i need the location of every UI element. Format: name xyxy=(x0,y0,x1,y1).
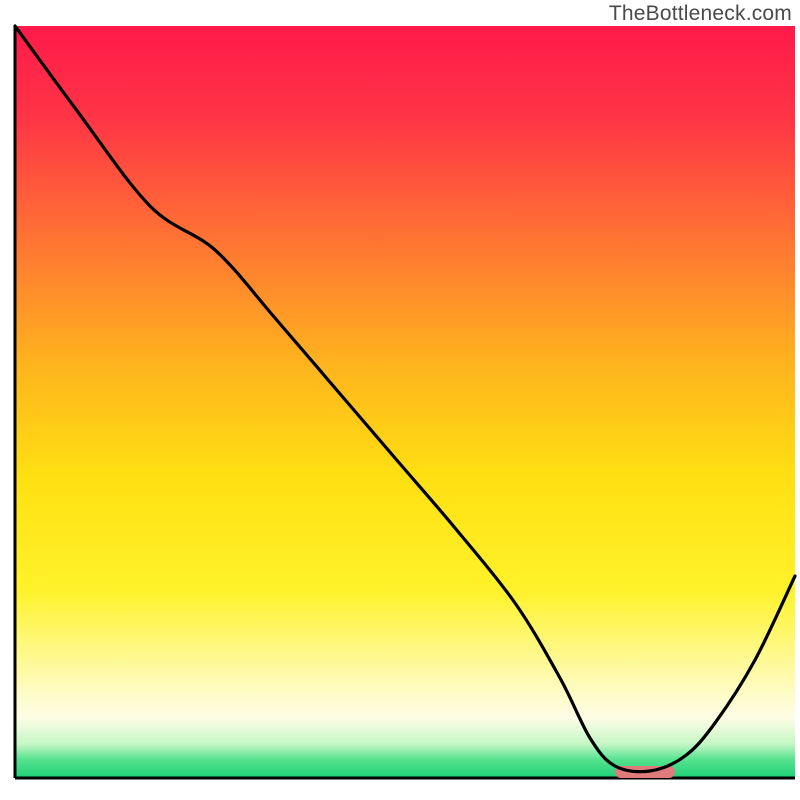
plot-background xyxy=(15,26,795,778)
chart-container: TheBottleneck.com xyxy=(0,0,800,800)
watermark-text: TheBottleneck.com xyxy=(609,2,792,26)
bottleneck-chart xyxy=(0,0,800,800)
